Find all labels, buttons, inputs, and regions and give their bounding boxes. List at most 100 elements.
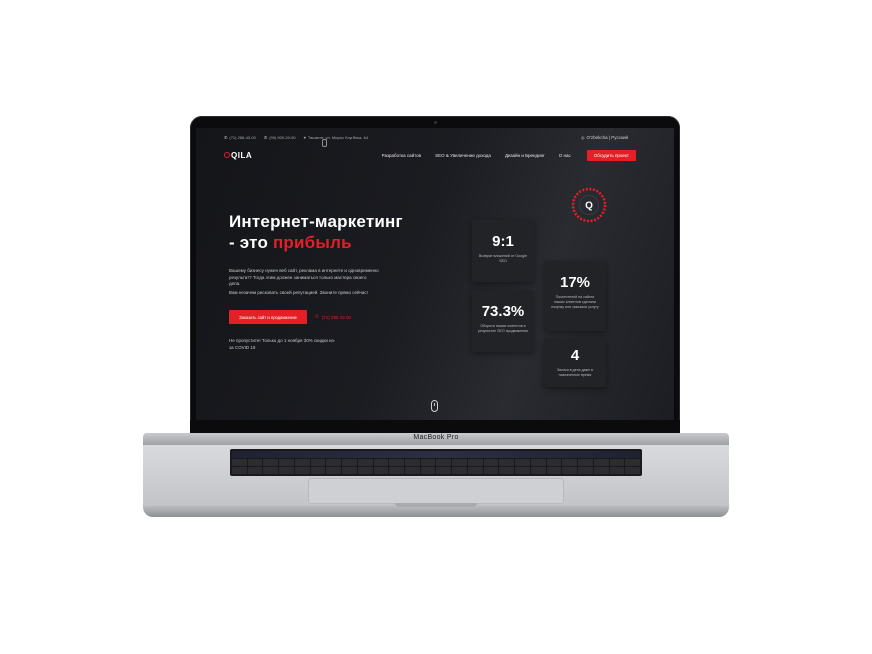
laptop-hinge: MacBook Pro [143, 433, 729, 445]
key [483, 459, 499, 466]
language-switcher[interactable]: ◎ O'zbekcha | Русский [581, 135, 628, 140]
stat-card-roi: 9:1 Возврат вложений от Google SEO [472, 220, 534, 282]
stat-card-turnover: 73.3% Оборота наших клиентов в результат… [472, 290, 534, 352]
hero-phone-text: (71) 288 43 00 [321, 314, 352, 320]
logo-text: QILA [231, 150, 253, 160]
nav-link-design[interactable]: Дизайн и Брендинг [505, 153, 545, 158]
key [294, 467, 310, 474]
key [232, 459, 247, 466]
camera [434, 121, 437, 124]
key [389, 467, 405, 474]
topbar-phone2[interactable]: ✆ (99) 900-20-50 [264, 135, 296, 140]
key [625, 467, 640, 474]
device-brand-label: MacBook Pro [413, 434, 459, 441]
key [310, 467, 326, 474]
stat-value: 4 [570, 347, 580, 364]
topbar-phone2-text: (99) 900-20-50 [269, 134, 296, 140]
logo-mark-icon [224, 152, 230, 158]
hero-title-line1: Интернет-маркетинг [229, 212, 403, 231]
key [546, 467, 562, 474]
key [342, 467, 357, 474]
promo-note: Не пропустите! Только до 1 ноября 30% ск… [229, 338, 336, 350]
laptop-lid: ✆ (71) 288-43-00 ✆ (99) 900-20-50 ⌖ Ташк… [190, 116, 680, 436]
badge-logo-letter: Q [585, 201, 593, 212]
key [389, 459, 405, 466]
key [357, 459, 373, 466]
key [452, 467, 467, 474]
order-site-button[interactable]: Заказать сайт и продвижение [229, 310, 307, 324]
phone-icon: ✆ [315, 314, 319, 319]
stat-caption: Возврат вложений от Google SEO [479, 254, 527, 263]
key [436, 467, 452, 474]
hero-description: Вашему бизнесу нужен веб сайт, реклама в… [229, 268, 379, 286]
key [562, 467, 578, 474]
key [515, 459, 530, 466]
stat-caption: Звонка в день даже в назначенное время [557, 368, 593, 377]
key [263, 467, 279, 474]
key [232, 467, 247, 474]
key [405, 467, 420, 474]
key [420, 467, 436, 474]
key [625, 459, 640, 466]
trackpad [308, 478, 564, 504]
key [483, 467, 499, 474]
stat-caption: Посетителей на сайтах наших клиентов сде… [551, 295, 599, 309]
nav-link-about[interactable]: О нас [559, 153, 571, 158]
key [326, 467, 342, 474]
key [578, 467, 593, 474]
stage: ✆ (71) 288-43-00 ✆ (99) 900-20-50 ⌖ Ташк… [0, 0, 872, 654]
key [467, 459, 483, 466]
touch-bar [232, 451, 640, 458]
key [578, 459, 593, 466]
stat-card-calls: 4 Звонка в день даже в назначенное время [544, 339, 606, 387]
key [499, 459, 515, 466]
top-info-bar: ✆ (71) 288-43-00 ✆ (99) 900-20-50 ⌖ Ташк… [224, 132, 636, 142]
key [294, 459, 310, 466]
key [342, 459, 357, 466]
nav-links: Разработка сайтов SEO & Увеличение доход… [252, 149, 636, 161]
hero-title-line2: - это прибыль [229, 232, 403, 253]
nav-link-web-dev[interactable]: Разработка сайтов [382, 153, 421, 158]
site-logo[interactable]: QILA [224, 151, 252, 160]
key [405, 459, 420, 466]
key [499, 467, 515, 474]
discuss-project-button[interactable]: Обсудить проект [586, 149, 636, 161]
key [609, 459, 625, 466]
hero-title-prefix: - это [229, 233, 273, 252]
hero-phone-link[interactable]: ✆ (71) 288 43 00 [315, 314, 351, 320]
topbar-phone1-text: (71) 288-43-00 [229, 134, 256, 140]
nav-link-seo[interactable]: SEO & Увеличение дохода [435, 153, 491, 158]
stat-caption: Оборота наших клиентов в результате SEO … [478, 324, 528, 333]
key [357, 467, 373, 474]
rotating-badge: Q [571, 187, 607, 223]
location-icon: ⌖ [303, 134, 306, 140]
key [609, 467, 625, 474]
key [310, 459, 326, 466]
laptop-screen: ✆ (71) 288-43-00 ✆ (99) 900-20-50 ⌖ Ташк… [196, 128, 674, 420]
hero-title-accent: прибыль [272, 233, 352, 252]
key [263, 459, 279, 466]
scroll-mouse-icon[interactable] [431, 400, 438, 412]
key [530, 459, 546, 466]
keyboard [230, 449, 642, 476]
hero-description-secondary: Вам незачем рисковать своей репутацией. … [229, 290, 368, 295]
topbar-phone1[interactable]: ✆ (71) 288-43-00 [224, 135, 256, 140]
key [452, 459, 467, 466]
key [247, 459, 263, 466]
key [530, 467, 546, 474]
key [467, 467, 483, 474]
key [562, 459, 578, 466]
topbar-address: ⌖ Ташкент, ул. Мирзо Улугбека, 64 [304, 135, 368, 140]
globe-icon: ◎ [581, 134, 585, 140]
key [279, 467, 294, 474]
key [373, 467, 389, 474]
mouse-icon [322, 139, 327, 147]
phone-icon: ✆ [263, 134, 268, 140]
key [326, 459, 342, 466]
main-navbar: QILA Разработка сайтов SEO & Увеличение … [224, 148, 636, 162]
key [515, 467, 530, 474]
key [546, 459, 562, 466]
key [373, 459, 389, 466]
key [593, 459, 609, 466]
key [593, 467, 609, 474]
